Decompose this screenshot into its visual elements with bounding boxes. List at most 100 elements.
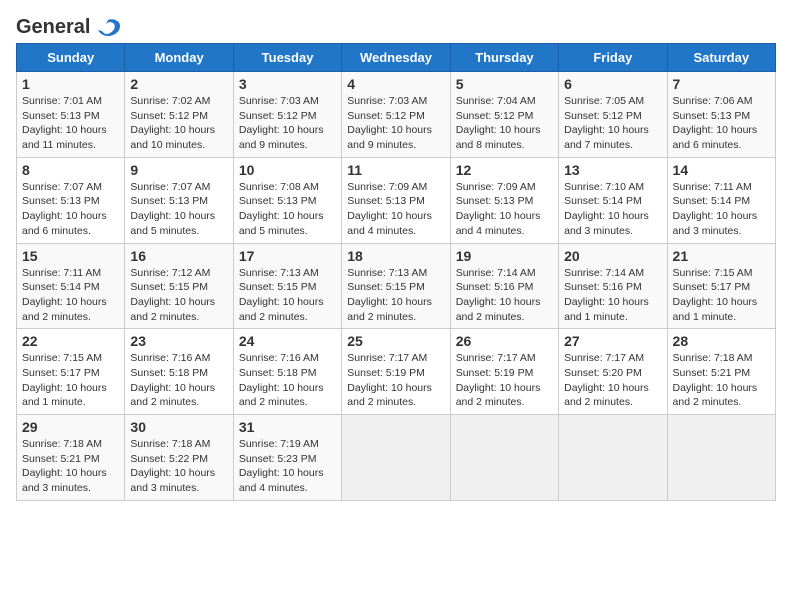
day-info: Sunrise: 7:07 AM Sunset: 5:13 PM Dayligh… [22,180,119,239]
calendar-cell: 27 Sunrise: 7:17 AM Sunset: 5:20 PM Dayli… [559,329,667,415]
calendar-cell: 19 Sunrise: 7:14 AM Sunset: 5:16 PM Dayli… [450,243,558,329]
day-info: Sunrise: 7:01 AM Sunset: 5:13 PM Dayligh… [22,94,119,153]
day-number: 6 [564,76,661,92]
header-cell-sunday: Sunday [17,44,125,72]
calendar-cell: 18 Sunrise: 7:13 AM Sunset: 5:15 PM Dayli… [342,243,450,329]
calendar-table: SundayMondayTuesdayWednesdayThursdayFrid… [16,43,776,501]
day-info: Sunrise: 7:03 AM Sunset: 5:12 PM Dayligh… [239,94,336,153]
day-info: Sunrise: 7:11 AM Sunset: 5:14 PM Dayligh… [22,266,119,325]
day-number: 22 [22,333,119,349]
day-info: Sunrise: 7:14 AM Sunset: 5:16 PM Dayligh… [456,266,553,325]
day-info: Sunrise: 7:16 AM Sunset: 5:18 PM Dayligh… [239,351,336,410]
day-number: 2 [130,76,227,92]
calendar-cell: 12 Sunrise: 7:09 AM Sunset: 5:13 PM Dayli… [450,157,558,243]
calendar-cell: 14Sunrise: 7:11 AM Sunset: 5:14 PM Dayli… [667,157,775,243]
calendar-cell [559,415,667,501]
day-number: 5 [456,76,553,92]
calendar-cell: 2 Sunrise: 7:02 AM Sunset: 5:12 PM Daylig… [125,72,233,158]
day-number: 15 [22,248,119,264]
day-info: Sunrise: 7:13 AM Sunset: 5:15 PM Dayligh… [239,266,336,325]
calendar-cell [342,415,450,501]
day-number: 18 [347,248,444,264]
day-info: Sunrise: 7:18 AM Sunset: 5:22 PM Dayligh… [130,437,227,496]
calendar-header-row: SundayMondayTuesdayWednesdayThursdayFrid… [17,44,776,72]
day-info: Sunrise: 7:07 AM Sunset: 5:13 PM Dayligh… [130,180,227,239]
day-info: Sunrise: 7:17 AM Sunset: 5:19 PM Dayligh… [347,351,444,410]
day-number: 27 [564,333,661,349]
calendar-cell: 30 Sunrise: 7:18 AM Sunset: 5:22 PM Dayli… [125,415,233,501]
calendar-cell: 16 Sunrise: 7:12 AM Sunset: 5:15 PM Dayli… [125,243,233,329]
calendar-cell: 4 Sunrise: 7:03 AM Sunset: 5:12 PM Daylig… [342,72,450,158]
calendar-cell: 31 Sunrise: 7:19 AM Sunset: 5:23 PM Dayli… [233,415,341,501]
day-number: 13 [564,162,661,178]
calendar-cell: 20 Sunrise: 7:14 AM Sunset: 5:16 PM Dayli… [559,243,667,329]
day-number: 24 [239,333,336,349]
day-info: Sunrise: 7:13 AM Sunset: 5:15 PM Dayligh… [347,266,444,325]
day-info: Sunrise: 7:11 AM Sunset: 5:14 PM Dayligh… [673,180,770,239]
day-info: Sunrise: 7:02 AM Sunset: 5:12 PM Dayligh… [130,94,227,153]
day-number: 1 [22,76,119,92]
day-number: 21 [673,248,770,264]
header-cell-tuesday: Tuesday [233,44,341,72]
day-number: 7 [673,76,770,92]
calendar-cell: 15 Sunrise: 7:11 AM Sunset: 5:14 PM Dayli… [17,243,125,329]
day-number: 16 [130,248,227,264]
day-number: 28 [673,333,770,349]
day-number: 17 [239,248,336,264]
day-number: 4 [347,76,444,92]
calendar-cell: 7Sunrise: 7:06 AM Sunset: 5:13 PM Daylig… [667,72,775,158]
calendar-cell: 6 Sunrise: 7:05 AM Sunset: 5:12 PM Daylig… [559,72,667,158]
day-info: Sunrise: 7:19 AM Sunset: 5:23 PM Dayligh… [239,437,336,496]
day-number: 9 [130,162,227,178]
day-number: 31 [239,419,336,435]
day-info: Sunrise: 7:12 AM Sunset: 5:15 PM Dayligh… [130,266,227,325]
calendar-cell [450,415,558,501]
day-info: Sunrise: 7:09 AM Sunset: 5:13 PM Dayligh… [347,180,444,239]
day-number: 26 [456,333,553,349]
day-number: 30 [130,419,227,435]
calendar-cell: 9 Sunrise: 7:07 AM Sunset: 5:13 PM Daylig… [125,157,233,243]
day-number: 19 [456,248,553,264]
day-info: Sunrise: 7:05 AM Sunset: 5:12 PM Dayligh… [564,94,661,153]
day-info: Sunrise: 7:14 AM Sunset: 5:16 PM Dayligh… [564,266,661,325]
calendar-cell: 26 Sunrise: 7:17 AM Sunset: 5:19 PM Dayli… [450,329,558,415]
calendar-cell: 25 Sunrise: 7:17 AM Sunset: 5:19 PM Dayli… [342,329,450,415]
logo-general: General [16,16,90,39]
day-info: Sunrise: 7:17 AM Sunset: 5:20 PM Dayligh… [564,351,661,410]
calendar-row-5: 29Sunrise: 7:18 AM Sunset: 5:21 PM Dayli… [17,415,776,501]
day-number: 20 [564,248,661,264]
day-number: 3 [239,76,336,92]
header-cell-thursday: Thursday [450,44,558,72]
day-number: 25 [347,333,444,349]
calendar-cell: 11 Sunrise: 7:09 AM Sunset: 5:13 PM Dayli… [342,157,450,243]
logo-bird-icon [94,18,122,38]
day-number: 10 [239,162,336,178]
calendar-cell: 13Sunrise: 7:10 AM Sunset: 5:14 PM Dayli… [559,157,667,243]
calendar-row-3: 15 Sunrise: 7:11 AM Sunset: 5:14 PM Dayli… [17,243,776,329]
day-info: Sunrise: 7:08 AM Sunset: 5:13 PM Dayligh… [239,180,336,239]
header: General [16,16,776,35]
day-number: 12 [456,162,553,178]
calendar-row-4: 22Sunrise: 7:15 AM Sunset: 5:17 PM Dayli… [17,329,776,415]
day-info: Sunrise: 7:04 AM Sunset: 5:12 PM Dayligh… [456,94,553,153]
day-info: Sunrise: 7:09 AM Sunset: 5:13 PM Dayligh… [456,180,553,239]
logo: General [16,16,122,35]
day-number: 8 [22,162,119,178]
header-cell-monday: Monday [125,44,233,72]
calendar-cell: 17 Sunrise: 7:13 AM Sunset: 5:15 PM Dayli… [233,243,341,329]
calendar-cell [667,415,775,501]
calendar-row-2: 8 Sunrise: 7:07 AM Sunset: 5:13 PM Daylig… [17,157,776,243]
calendar-cell: 23Sunrise: 7:16 AM Sunset: 5:18 PM Dayli… [125,329,233,415]
calendar-cell: 28 Sunrise: 7:18 AM Sunset: 5:21 PM Dayli… [667,329,775,415]
calendar-cell: 1 Sunrise: 7:01 AM Sunset: 5:13 PM Daylig… [17,72,125,158]
calendar-row-1: 1 Sunrise: 7:01 AM Sunset: 5:13 PM Daylig… [17,72,776,158]
day-info: Sunrise: 7:03 AM Sunset: 5:12 PM Dayligh… [347,94,444,153]
day-info: Sunrise: 7:18 AM Sunset: 5:21 PM Dayligh… [673,351,770,410]
calendar-cell: 8 Sunrise: 7:07 AM Sunset: 5:13 PM Daylig… [17,157,125,243]
day-number: 11 [347,162,444,178]
calendar-cell: 3 Sunrise: 7:03 AM Sunset: 5:12 PM Daylig… [233,72,341,158]
calendar-cell: 21Sunrise: 7:15 AM Sunset: 5:17 PM Dayli… [667,243,775,329]
day-info: Sunrise: 7:17 AM Sunset: 5:19 PM Dayligh… [456,351,553,410]
calendar-cell: 10 Sunrise: 7:08 AM Sunset: 5:13 PM Dayli… [233,157,341,243]
calendar-cell: 5 Sunrise: 7:04 AM Sunset: 5:12 PM Daylig… [450,72,558,158]
